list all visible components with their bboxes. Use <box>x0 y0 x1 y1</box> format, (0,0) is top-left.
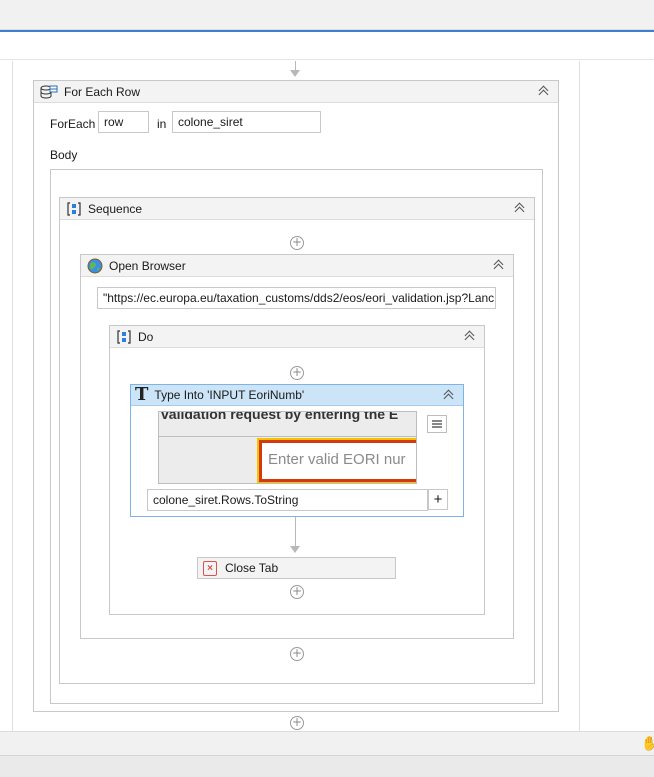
status-bar <box>0 755 654 777</box>
do-title: Do <box>138 329 154 344</box>
plus-circle-icon[interactable]: + <box>290 236 304 250</box>
preview-eori-input: Enter valid EORI nur <box>257 438 416 483</box>
plus-circle-icon[interactable]: + <box>290 585 304 599</box>
close-tab-activity[interactable]: × Close Tab <box>197 557 396 579</box>
foreach-item-variable-input[interactable]: row <box>98 111 149 133</box>
double-chevron-up-icon[interactable] <box>514 201 526 217</box>
connector-arrow <box>290 70 300 77</box>
open-browser-title: Open Browser <box>109 258 186 273</box>
connector-line <box>295 517 296 547</box>
designer-bottom-toolbar: ✋ <box>0 731 654 755</box>
hamburger-menu-icon <box>432 420 442 428</box>
canvas-right-border <box>579 61 580 731</box>
element-menu-button[interactable] <box>427 415 447 433</box>
plus-circle-icon[interactable]: + <box>290 647 304 661</box>
for-each-row-title: For Each Row <box>64 84 141 99</box>
for-each-row-header[interactable]: For Each Row <box>34 81 558 103</box>
double-chevron-up-icon[interactable] <box>464 329 476 345</box>
double-chevron-up-icon[interactable] <box>493 258 505 274</box>
designer-top-bar <box>0 0 654 30</box>
sequence-title: Sequence <box>88 201 143 216</box>
type-into-text-input[interactable]: colone_siret.Rows.ToString <box>147 489 428 511</box>
close-tab-title: Close Tab <box>225 561 279 575</box>
close-tab-icon: × <box>203 560 217 576</box>
browser-globe-icon <box>87 258 103 273</box>
type-into-icon: T <box>135 384 149 405</box>
in-label: in <box>157 117 167 131</box>
type-into-header[interactable]: T Type Into 'INPUT EoriNumb' <box>131 385 463 406</box>
sequence-icon <box>117 329 131 344</box>
do-header[interactable]: Do <box>110 326 484 348</box>
preview-divider <box>159 436 416 437</box>
data-table-icon <box>40 85 58 98</box>
double-chevron-up-icon[interactable] <box>443 388 455 404</box>
open-browser-header[interactable]: Open Browser <box>81 255 513 277</box>
plus-circle-icon[interactable]: + <box>290 716 304 730</box>
foreach-label: ForEach <box>50 117 96 131</box>
foreach-collection-input[interactable]: colone_siret <box>172 111 321 133</box>
double-chevron-up-icon[interactable] <box>538 84 550 100</box>
hand-icon[interactable]: ✋ <box>641 735 654 752</box>
add-text-button[interactable]: + <box>428 489 448 510</box>
body-label: Body <box>50 148 78 162</box>
type-into-title: Type Into 'INPUT EoriNumb' <box>154 388 305 402</box>
plus-circle-icon[interactable]: + <box>290 366 304 380</box>
preview-caption: validation request by entering the E <box>161 411 399 422</box>
sequence-icon <box>67 201 81 216</box>
element-preview-image[interactable]: validation request by entering the E Ent… <box>158 411 417 484</box>
breadcrumb-strip <box>0 32 654 60</box>
browser-url-input[interactable]: "https://ec.europa.eu/taxation_customs/d… <box>97 287 496 309</box>
connector-arrow <box>290 546 300 553</box>
canvas-left-border <box>12 61 13 731</box>
sequence-header[interactable]: Sequence <box>60 198 534 220</box>
